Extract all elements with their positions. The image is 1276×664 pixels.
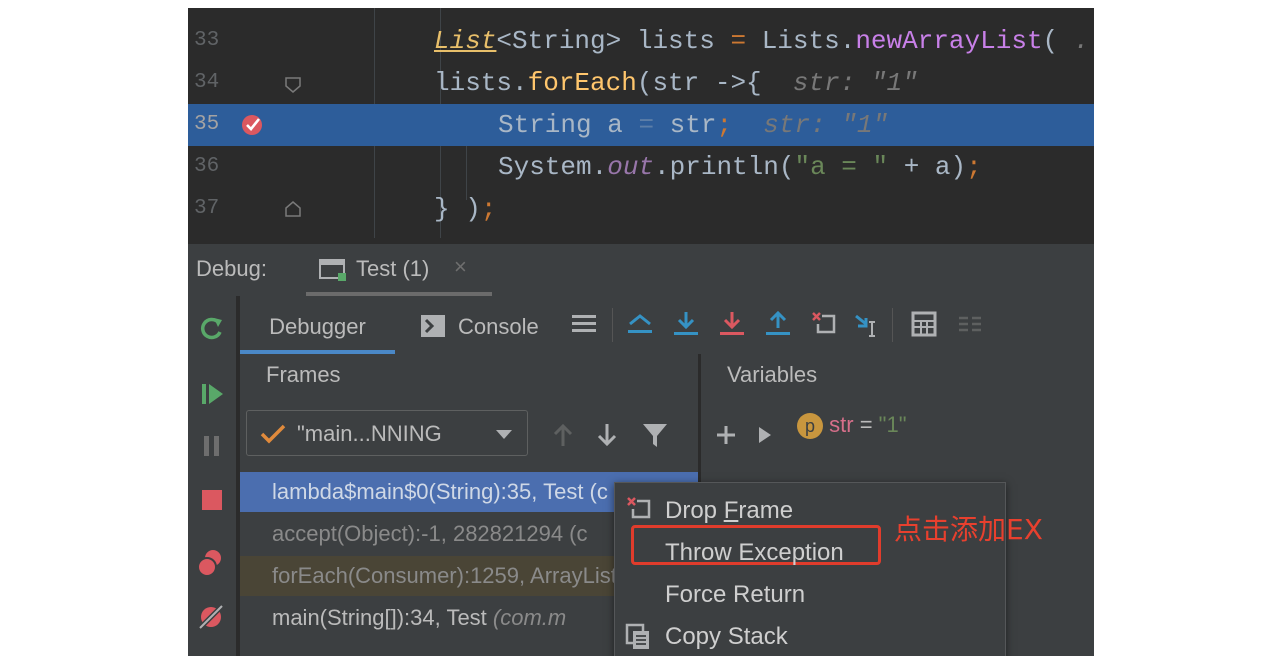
debug-actions-strip: [188, 296, 237, 656]
code-line-35-current[interactable]: 35 String a = str; str: "1": [188, 104, 1094, 146]
code-token: System.: [498, 152, 608, 182]
code-token: String a: [498, 110, 639, 140]
thread-dropdown[interactable]: "main...NNING: [246, 410, 528, 456]
code-token: str: "1": [747, 110, 889, 140]
run-to-cursor-icon[interactable]: [854, 310, 882, 338]
filter-icon[interactable]: [642, 422, 668, 448]
code-token: ;: [480, 194, 497, 224]
menu-item-force-return[interactable]: Force Return: [665, 581, 805, 609]
code-token: forEach: [527, 68, 637, 98]
code-token: .println(: [654, 152, 795, 182]
tab-label: Test (1): [356, 256, 430, 281]
code-text: } );: [434, 188, 496, 230]
code-token: List: [434, 26, 497, 56]
code-token: str: "1": [777, 68, 918, 98]
fold-icon[interactable]: [284, 76, 302, 94]
line-number: 35: [194, 113, 220, 136]
code-token: ;: [966, 152, 982, 182]
evaluate-expression-icon[interactable]: [910, 310, 938, 338]
menu-text: Drop: [665, 497, 724, 524]
add-watch-icon[interactable]: [715, 424, 737, 446]
drop-frame-icon[interactable]: [810, 310, 838, 338]
code-text: System.out.println("a = " + a);: [498, 146, 982, 188]
drop-frame-icon: [627, 497, 651, 519]
step-out-icon[interactable]: [764, 310, 792, 338]
line-number: 33: [194, 29, 220, 52]
code-text: List<String> lists = Lists.newArrayList(…: [434, 20, 1094, 62]
code-token: } ): [434, 194, 481, 224]
variable-value: "1": [878, 412, 907, 437]
code-token: + a): [888, 152, 967, 182]
thread-selected-value: "main...NNING: [297, 421, 442, 446]
menu-item-throw-exception[interactable]: Throw Exception: [665, 539, 844, 567]
arrow-down-icon[interactable]: [596, 422, 618, 448]
code-token: lists.: [434, 68, 528, 98]
debugger-toolbar: Debugger Console: [240, 296, 1094, 355]
console-icon: [421, 315, 445, 337]
code-token: .: [1073, 26, 1090, 56]
expand-arrow-icon[interactable]: [757, 426, 773, 444]
line-number: 37: [194, 197, 220, 220]
fold-end-icon[interactable]: [284, 200, 302, 218]
debug-tool-window-header: Debug: Test (1) ×: [188, 244, 1094, 296]
code-token: =: [638, 110, 670, 140]
code-text: lists.forEach(str ->{ str: "1": [434, 62, 918, 104]
tab-debugger[interactable]: Debugger: [240, 296, 395, 354]
debug-label: Debug:: [196, 256, 267, 281]
line-number: 34: [194, 71, 220, 94]
code-text: String a = str; str: "1": [498, 104, 888, 146]
step-into-icon[interactable]: [718, 310, 746, 338]
line-number: 36: [194, 155, 220, 178]
trace-streams-icon[interactable]: [956, 310, 984, 338]
code-token: (str ->{: [636, 68, 778, 98]
code-line-36[interactable]: 36 System.out.println("a = " + a);: [188, 146, 1094, 188]
variable-name: str: [829, 412, 854, 437]
code-line-33[interactable]: 33 List<String> lists = Lists.newArrayLi…: [188, 20, 1094, 62]
code-token: str: [669, 110, 717, 140]
code-token: =: [730, 26, 762, 56]
code-token: "a = ": [794, 152, 889, 182]
pause-icon[interactable]: [198, 432, 226, 460]
code-token: newArrayList: [855, 26, 1043, 56]
code-token: <String> lists: [496, 26, 731, 56]
tab-test-session[interactable]: Test (1) ×: [306, 244, 492, 296]
check-icon: [260, 424, 286, 444]
arrow-up-icon[interactable]: [552, 422, 574, 448]
frame-package: (com.m: [492, 605, 567, 630]
show-execution-point-icon[interactable]: [626, 310, 654, 338]
menu-text: rame: [738, 497, 794, 524]
resume-icon[interactable]: [198, 380, 226, 408]
console-window-icon: [319, 259, 346, 281]
menu-mnemonic: F: [723, 497, 739, 524]
mute-breakpoints-icon[interactable]: [196, 602, 226, 632]
frames-title: Frames: [266, 362, 341, 387]
code-line-37[interactable]: 37 } );: [188, 188, 1094, 230]
code-token: (: [1042, 26, 1074, 56]
stop-icon[interactable]: [198, 486, 226, 514]
code-token: Lists.: [761, 26, 856, 56]
ide-screenshot: 33 List<String> lists = Lists.newArrayLi…: [188, 8, 1094, 656]
copy-icon: [625, 623, 649, 649]
menu-item-drop-frame[interactable]: Drop Frame: [665, 497, 793, 525]
menu-lines-icon[interactable]: [570, 310, 598, 338]
breakpoint-icon[interactable]: [240, 113, 266, 137]
parameter-badge-icon: p: [797, 413, 823, 440]
code-line-34[interactable]: 34 lists.forEach(str ->{ str: "1": [188, 62, 1094, 104]
variable-eq: =: [853, 412, 879, 437]
variable-row[interactable]: p str = "1": [797, 412, 907, 440]
step-over-icon[interactable]: [672, 310, 700, 338]
rerun-icon[interactable]: [198, 314, 226, 342]
code-token: out: [607, 152, 655, 182]
variables-title: Variables: [727, 362, 818, 387]
chevron-down-icon: [496, 430, 512, 439]
tab-console[interactable]: Console: [458, 296, 539, 354]
annotation-label: 点击添加EX: [894, 513, 1043, 546]
menu-item-copy-stack[interactable]: Copy Stack: [665, 623, 788, 651]
close-tab-icon[interactable]: ×: [454, 254, 467, 280]
code-token: ;: [716, 110, 748, 140]
code-editor[interactable]: 33 List<String> lists = Lists.newArrayLi…: [188, 8, 1094, 238]
frame-method: main(String[]):34, Test: [272, 605, 493, 630]
view-breakpoints-icon[interactable]: [196, 548, 226, 578]
